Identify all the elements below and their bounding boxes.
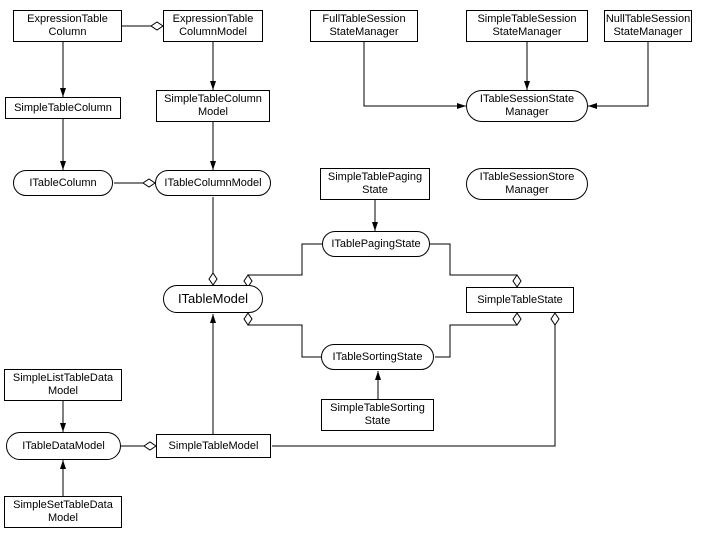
node-simple-list-table-data-model: SimpleListTableDataModel [4,369,122,401]
node-itable-session-state-manager: ITableSessionStateManager [466,90,588,122]
node-simple-table-column: SimpleTableColumn [5,97,121,119]
node-itable-column-model: ITableColumnModel [155,170,271,196]
node-simple-table-sorting-state: SimpleTableSortingState [321,399,434,431]
node-expression-table-column-model: ExpressionTableColumnModel [163,10,263,42]
node-simple-table-column-model: SimpleTableColumnModel [156,90,270,122]
node-simple-table-model: SimpleTableModel [156,434,271,458]
label: ITableSortingState [333,351,423,364]
node-itable-sorting-state: ITableSortingState [321,344,434,370]
label: SimpleTableSessionStateManager [477,13,576,38]
label: SimpleTableModel [169,440,259,453]
node-simple-table-state: SimpleTableState [466,287,574,313]
label: SimpleListTableDataModel [13,372,113,397]
label: SimpleSetTableDataModel [13,499,113,524]
node-expression-table-column: ExpressionTableColumn [13,10,122,42]
label: ITableSessionStoreManager [480,171,575,196]
node-simple-table-session-state-manager: SimpleTableSessionStateManager [466,10,588,42]
label: ExpressionTableColumnModel [173,13,254,38]
label: ITableModel [178,292,248,307]
node-full-table-session-state-manager: FullTableSessionStateManager [310,10,418,42]
label: ITablePagingState [331,238,420,251]
label: SimpleTableSortingState [330,402,425,427]
label: SimpleTableColumnModel [164,93,262,118]
node-itable-data-model: ITableDataModel [6,432,121,460]
label: ITableDataModel [22,440,105,453]
label: ExpressionTableColumn [27,13,108,38]
label: FullTableSessionStateManager [322,13,405,38]
label: ITableColumn [29,177,96,190]
node-itable-column: ITableColumn [13,170,113,196]
node-itable-session-store-manager: ITableSessionStoreManager [466,168,588,200]
node-itable-paging-state: ITablePagingState [322,231,430,257]
label: SimpleTableColumn [14,102,112,115]
label: SimpleTableState [477,294,563,307]
diagram-canvas: ExpressionTableColumn ExpressionTableCol… [0,0,703,540]
label: NullTableSessionStateManager [606,13,690,38]
label: ITableColumnModel [164,177,261,190]
label: SimpleTablePagingState [328,171,422,196]
node-null-table-session-state-manager: NullTableSessionStateManager [604,10,692,42]
label: ITableSessionStateManager [480,93,574,118]
node-simple-table-paging-state: SimpleTablePagingState [320,168,430,200]
node-itable-model: ITableModel [163,285,263,313]
node-simple-set-table-data-model: SimpleSetTableDataModel [4,496,122,528]
